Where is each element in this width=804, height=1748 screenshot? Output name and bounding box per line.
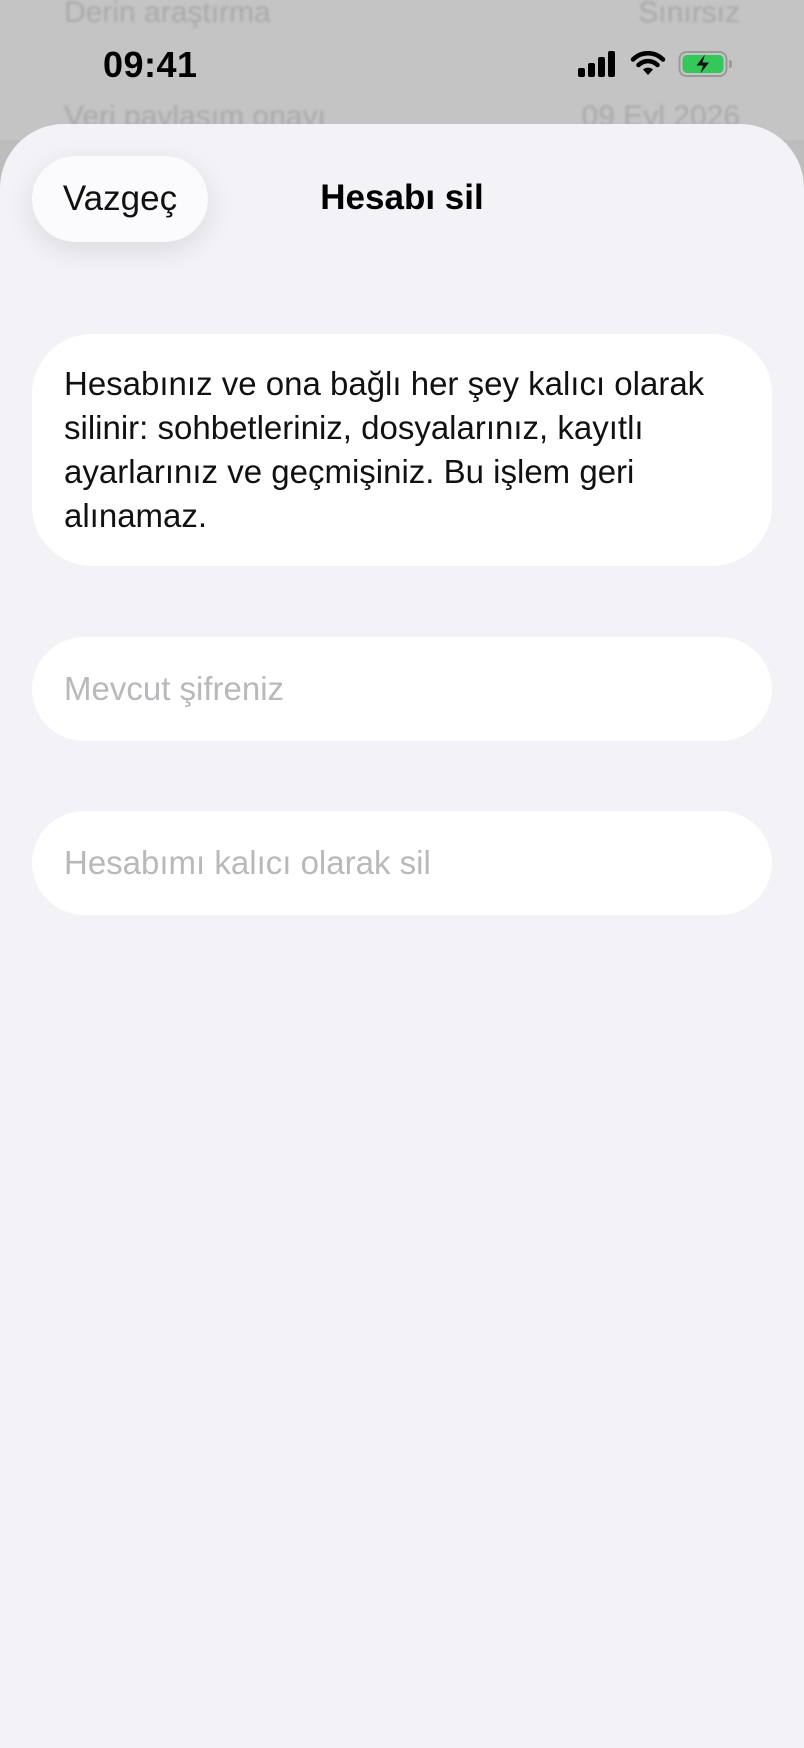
current-password-input[interactable]: [64, 637, 740, 741]
delete-confirmation-input[interactable]: [64, 811, 740, 915]
status-icons: [578, 50, 734, 83]
cellular-signal-icon: [578, 51, 618, 82]
status-time: 09:41: [103, 44, 198, 85]
wifi-icon: [630, 51, 666, 82]
battery-charging-icon: [678, 50, 734, 83]
warning-info-card: Hesabınız ve ona bağlı her şey kalıcı ol…: [32, 334, 772, 566]
confirm-field-container: [32, 811, 772, 915]
password-field-container: [32, 637, 772, 741]
delete-account-sheet: Vazgeç Hesabı sil Hesabınız ve ona bağlı…: [0, 124, 804, 1748]
sheet-title: Hesabı sil: [320, 178, 484, 217]
warning-text: Hesabınız ve ona bağlı her şey kalıcı ol…: [64, 365, 705, 534]
status-bar: 09:41: [0, 0, 804, 130]
